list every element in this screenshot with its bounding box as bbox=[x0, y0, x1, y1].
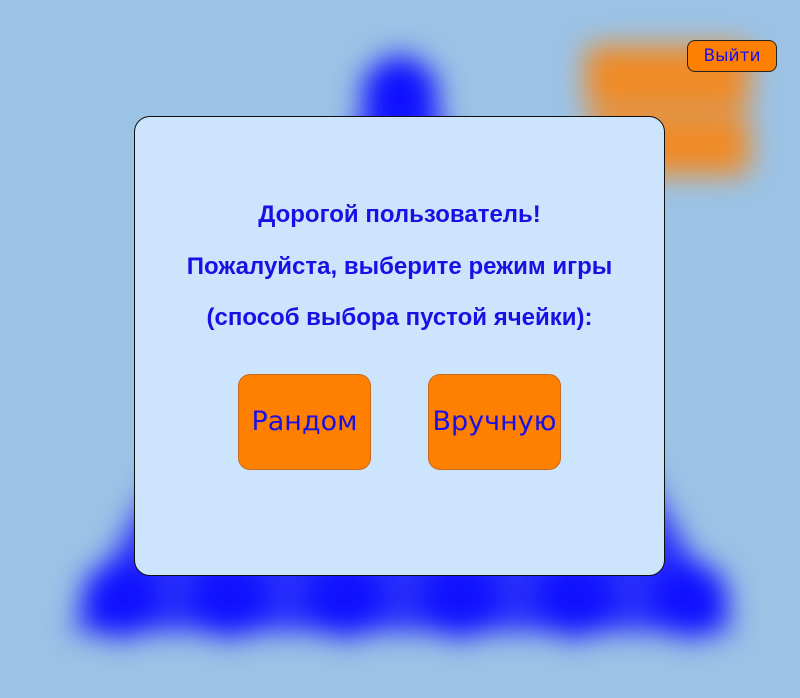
dialog-greeting: Дорогой пользователь! bbox=[258, 201, 541, 228]
dialog-instruction-detail: (способ выбора пустой ячейки): bbox=[206, 304, 593, 331]
exit-button[interactable]: Выйти bbox=[687, 40, 777, 72]
dialog-instruction: Пожалуйста, выберите режим игры bbox=[186, 253, 613, 280]
game-mode-dialog: Дорогой пользователь! Пожалуйста, выбери… bbox=[134, 116, 665, 576]
random-mode-button[interactable]: Рандом bbox=[238, 374, 371, 470]
manual-mode-button[interactable]: Вручную bbox=[428, 374, 561, 470]
board-peg bbox=[652, 562, 728, 638]
